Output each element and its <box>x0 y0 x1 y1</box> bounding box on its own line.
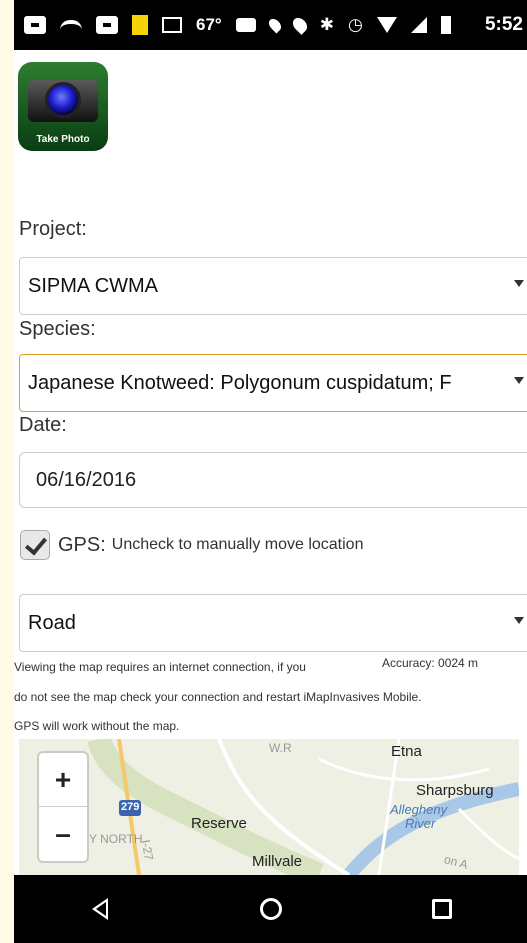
zoom-control: + – <box>39 753 87 861</box>
reserve-label: Reserve <box>191 815 247 832</box>
zoom-in-button[interactable]: + <box>39 753 87 807</box>
accuracy-readout: Accuracy: 0024 m <box>382 656 479 670</box>
species-select[interactable]: Japanese Knotweed: Polygonum cuspidatum;… <box>19 354 527 412</box>
take-photo-label: Take Photo <box>36 134 90 145</box>
zoom-out-button[interactable]: – <box>39 807 87 861</box>
chevron-down-icon <box>514 377 524 384</box>
map-pin-icon <box>266 16 284 34</box>
home-icon <box>259 898 282 920</box>
gps-row: GPS: Uncheck to manually move location <box>20 530 363 560</box>
battery-icon <box>440 16 451 34</box>
north-label: Y NORTH <box>89 832 143 846</box>
bluetooth-icon: ✱ <box>319 15 334 34</box>
map-type-value: Road <box>28 611 76 634</box>
keyboard-icon <box>24 16 46 34</box>
image-icon <box>162 17 182 33</box>
phone-screen: 67° ✱ ◷ 5:52 Take Photo Project: SIPMA C… <box>14 0 527 943</box>
cloud-icon <box>60 20 82 30</box>
camera-lens-icon <box>45 82 81 118</box>
map-type-select[interactable]: Road <box>19 594 527 652</box>
millvale-label: Millvale <box>252 853 303 870</box>
notes-icon <box>132 15 148 35</box>
route-279-label: 279 <box>121 801 140 813</box>
project-value: SIPMA CWMA <box>28 274 159 297</box>
clock: 5:52 <box>484 14 523 35</box>
allegheny-river-label: Allegheny <box>390 802 448 817</box>
temperature: 67° <box>196 15 222 34</box>
species-label: Species: <box>19 318 96 340</box>
route-wr-label: W.R <box>269 741 292 755</box>
recents-icon <box>431 899 452 919</box>
species-value: Japanese Knotweed: Polygonum cuspidatum;… <box>28 371 452 394</box>
gps-label: GPS: <box>58 533 106 556</box>
project-select[interactable]: SIPMA CWMA <box>19 257 527 315</box>
map-message-line3: GPS will work without the map. <box>14 719 180 733</box>
android-nav-bar <box>14 875 527 943</box>
wifi-icon <box>376 17 397 33</box>
alarm-icon: ◷ <box>347 15 363 34</box>
recents-button[interactable] <box>422 889 462 929</box>
status-bar: 67° ✱ ◷ 5:52 <box>14 0 527 50</box>
back-icon <box>91 898 108 920</box>
date-input[interactable]: 06/16/2016 <box>19 452 527 508</box>
chat-icon <box>96 16 118 34</box>
date-label: Date: <box>19 414 67 436</box>
location-icon <box>289 15 310 35</box>
sharpsburg-label: Sharpsburg <box>416 782 494 799</box>
date-value: 06/16/2016 <box>36 468 137 491</box>
map-message-line2: do not see the map check your connection… <box>14 690 422 704</box>
gps-hint: Uncheck to manually move location <box>111 536 364 553</box>
home-button[interactable] <box>251 889 291 929</box>
take-photo-button[interactable]: Take Photo <box>18 62 108 151</box>
camera-icon <box>235 18 256 32</box>
map-view[interactable]: 279 W.R Etna Sharpsburg Allegheny River … <box>19 739 519 875</box>
etna-label: Etna <box>391 743 422 760</box>
chevron-down-icon <box>514 280 524 287</box>
project-label: Project: <box>19 218 87 240</box>
map-message-line1: Viewing the map requires an internet con… <box>14 660 306 674</box>
back-button[interactable] <box>80 889 120 929</box>
signal-icon <box>410 17 427 33</box>
river-label: River <box>405 816 436 831</box>
chevron-down-icon <box>514 617 524 624</box>
status-icons: 67° ✱ ◷ <box>24 15 451 35</box>
gps-checkbox[interactable] <box>20 530 50 560</box>
